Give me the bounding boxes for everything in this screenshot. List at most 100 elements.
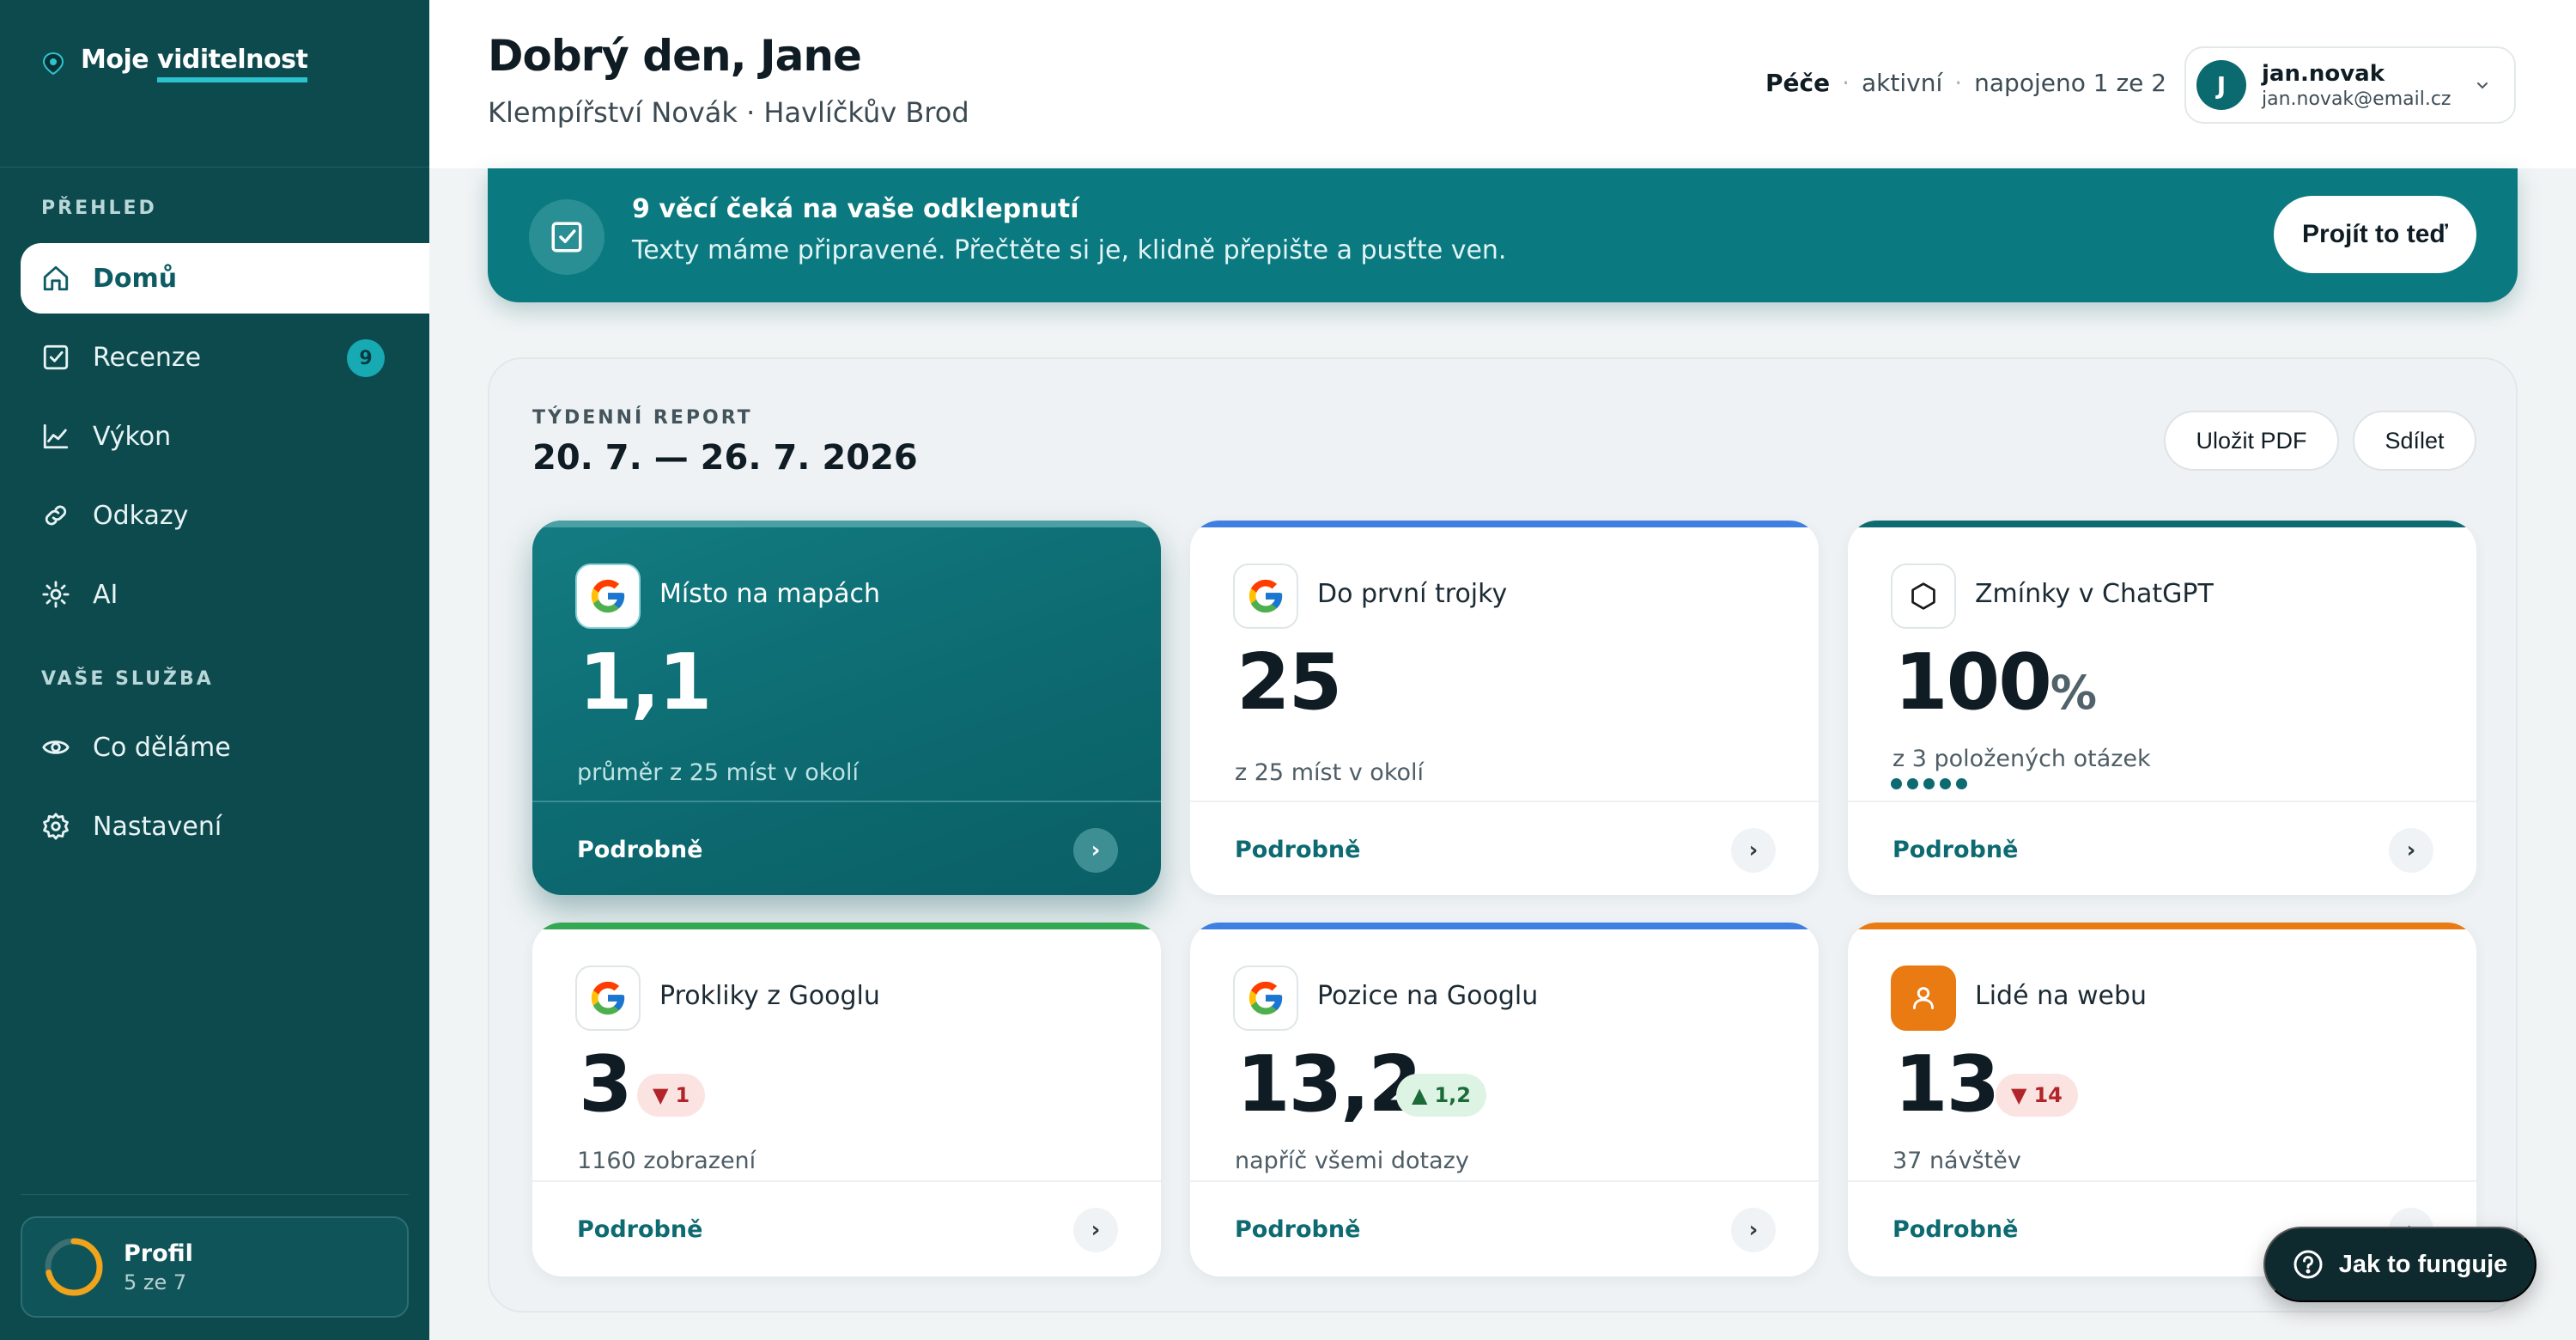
detail-link[interactable]: Podrobně bbox=[1893, 837, 2018, 863]
card-footer: Podrobně › bbox=[1190, 801, 1819, 895]
card-subtitle: 37 návštěv bbox=[1893, 1148, 2021, 1174]
card-accent-bar bbox=[1848, 521, 2476, 527]
care-label: Péče bbox=[1765, 69, 1831, 97]
card-footer: Podrobně › bbox=[532, 801, 1161, 895]
question-circle-icon bbox=[2293, 1250, 2323, 1279]
page-title: Dobrý den, Jane bbox=[488, 31, 862, 81]
care-status-text: aktivní bbox=[1862, 69, 1943, 97]
card-footer: Podrobně › bbox=[532, 1180, 1161, 1276]
home-icon bbox=[43, 265, 69, 291]
card-subtitle: 1160 zobrazení bbox=[577, 1148, 756, 1174]
banner-title: 9 věcí čeká na vaše odklepnutí bbox=[632, 194, 1079, 224]
sidebar-item-label: Odkazy bbox=[93, 500, 189, 531]
metric-card-google-position[interactable]: Pozice na Googlu 13,2 ▲ 1,2 napříč všemi … bbox=[1190, 923, 1819, 1276]
pending-approvals-banner: 9 věcí čeká na vaše odklepnutí Texty mám… bbox=[488, 168, 2518, 302]
share-button[interactable]: Sdílet bbox=[2353, 411, 2476, 471]
brand-logo[interactable]: Moje viditelnost bbox=[41, 45, 308, 82]
card-title: Do první trojky bbox=[1317, 579, 1508, 609]
chevron-right-icon[interactable]: › bbox=[1731, 828, 1776, 873]
sidebar-item-performance[interactable]: Výkon bbox=[21, 401, 429, 472]
section-label-service: VAŠE SLUŽBA bbox=[41, 668, 214, 690]
eye-icon bbox=[42, 740, 70, 754]
delta-badge-up: ▲ 1,2 bbox=[1396, 1074, 1486, 1117]
sidebar-divider bbox=[0, 167, 429, 168]
business-name: Klempířství Novák · Havlíčkův Brod bbox=[488, 96, 969, 129]
triangle-up-icon: ▲ bbox=[1412, 1083, 1428, 1107]
card-title: Prokliky z Googlu bbox=[659, 981, 880, 1011]
detail-link[interactable]: Podrobně bbox=[1893, 1216, 2018, 1243]
chevron-right-icon[interactable]: › bbox=[1731, 1208, 1776, 1252]
chevron-right-icon[interactable]: › bbox=[2389, 828, 2433, 873]
google-icon bbox=[575, 563, 641, 629]
chatgpt-icon bbox=[1891, 563, 1956, 629]
brand-name: Moje viditelnost bbox=[81, 45, 308, 82]
detail-link[interactable]: Podrobně bbox=[577, 1216, 702, 1243]
metric-card-web-visitors[interactable]: Lidé na webu 13 ▼ 14 37 návštěv Podrobně … bbox=[1848, 923, 2476, 1276]
card-accent-bar bbox=[1848, 923, 2476, 929]
sidebar-item-ai[interactable]: AI bbox=[21, 559, 429, 630]
card-subtitle: z 3 položených otázek bbox=[1893, 746, 2151, 772]
triangle-down-icon: ▼ bbox=[2011, 1083, 2027, 1107]
triangle-down-icon: ▼ bbox=[653, 1083, 669, 1107]
weekly-report-panel: TÝDENNÍ REPORT 20. 7. — 26. 7. 2026 Ulož… bbox=[488, 357, 2518, 1313]
save-pdf-button[interactable]: Uložit PDF bbox=[2164, 411, 2339, 471]
card-value: 13 bbox=[1894, 1039, 2000, 1130]
delta-badge-down: ▼ 14 bbox=[1996, 1074, 2078, 1117]
card-footer: Podrobně › bbox=[1848, 801, 2476, 895]
report-label: TÝDENNÍ REPORT bbox=[532, 407, 753, 429]
sidebar-divider bbox=[21, 1194, 409, 1195]
card-accent-bar bbox=[1190, 521, 1819, 527]
detail-link[interactable]: Podrobně bbox=[577, 837, 702, 863]
card-subtitle: z 25 míst v okolí bbox=[1235, 759, 1425, 786]
sidebar-item-what-we-do[interactable]: Co děláme bbox=[21, 712, 429, 783]
page-header: Dobrý den, Jane Klempířství Novák · Havl… bbox=[429, 0, 2576, 168]
separator-dot: · bbox=[1954, 69, 1963, 97]
card-accent-bar bbox=[532, 521, 1161, 527]
metric-card-top-three[interactable]: Do první trojky 25 z 25 míst v okolí Pod… bbox=[1190, 521, 1819, 895]
metric-card-google-clicks[interactable]: Prokliky z Googlu 3 ▼ 1 1160 zobrazení Po… bbox=[532, 923, 1161, 1276]
card-title: Pozice na Googlu bbox=[1317, 981, 1539, 1011]
profile-title: Profil bbox=[124, 1240, 193, 1267]
chevron-right-icon[interactable]: › bbox=[1073, 828, 1118, 873]
detail-link[interactable]: Podrobně bbox=[1235, 837, 1360, 863]
metric-card-chatgpt-mentions[interactable]: Zmínky v ChatGPT 100% z 3 položených otá… bbox=[1848, 521, 2476, 895]
banner-subtitle: Texty máme připravené. Přečtěte si je, k… bbox=[632, 235, 1507, 265]
care-connected-text: napojeno 1 ze 2 bbox=[1974, 69, 2167, 97]
sidebar-item-home[interactable]: Domů bbox=[21, 243, 429, 314]
detail-link[interactable]: Podrobně bbox=[1235, 1216, 1360, 1243]
review-now-button[interactable]: Projít to teď bbox=[2274, 196, 2476, 273]
card-value: 25 bbox=[1236, 637, 1342, 728]
sidebar-item-settings[interactable]: Nastavení bbox=[21, 791, 429, 862]
sidebar-item-label: Domů bbox=[93, 263, 178, 294]
user-email: jan.novak@email.cz bbox=[2262, 88, 2451, 110]
sidebar-item-links[interactable]: Odkazy bbox=[21, 480, 429, 551]
card-title: Lidé na webu bbox=[1975, 981, 2148, 1011]
reviews-count-badge: 9 bbox=[347, 339, 385, 377]
sidebar-item-label: Co děláme bbox=[93, 732, 231, 763]
card-subtitle: průměr z 25 míst v okolí bbox=[577, 759, 859, 786]
card-title: Místo na mapách bbox=[659, 579, 880, 609]
checkbox-icon bbox=[529, 199, 605, 275]
card-accent-bar bbox=[532, 923, 1161, 929]
card-value: 100% bbox=[1894, 644, 2097, 722]
profile-progress-card[interactable]: Profil 5 ze 7 bbox=[21, 1216, 409, 1318]
person-icon bbox=[1891, 965, 1956, 1031]
sidebar-item-label: Výkon bbox=[93, 421, 172, 452]
report-date-range: 20. 7. — 26. 7. 2026 bbox=[532, 438, 918, 478]
chart-line-icon bbox=[43, 423, 69, 449]
help-label: Jak to funguje bbox=[2338, 1250, 2508, 1278]
sidebar-item-label: AI bbox=[93, 579, 118, 610]
user-menu[interactable]: J jan.novak jan.novak@email.cz bbox=[2184, 46, 2516, 124]
metric-card-map-position[interactable]: Místo na mapách 1,1 průměr z 25 míst v o… bbox=[532, 521, 1161, 895]
care-status: Péče · aktivní · napojeno 1 ze 2 bbox=[1765, 69, 2166, 97]
card-value-unit: % bbox=[2050, 666, 2097, 720]
gear-icon bbox=[43, 813, 69, 840]
card-value: 13,2 bbox=[1236, 1039, 1422, 1130]
card-value: 1,1 bbox=[579, 637, 712, 728]
separator-dot: · bbox=[1842, 69, 1850, 97]
delta-badge-down: ▼ 1 bbox=[637, 1074, 706, 1117]
card-value-number: 100 bbox=[1894, 637, 2052, 728]
chevron-right-icon[interactable]: › bbox=[1073, 1208, 1118, 1252]
sidebar-item-reviews[interactable]: Recenze 9 bbox=[21, 322, 429, 393]
help-button[interactable]: Jak to funguje bbox=[2263, 1227, 2537, 1302]
